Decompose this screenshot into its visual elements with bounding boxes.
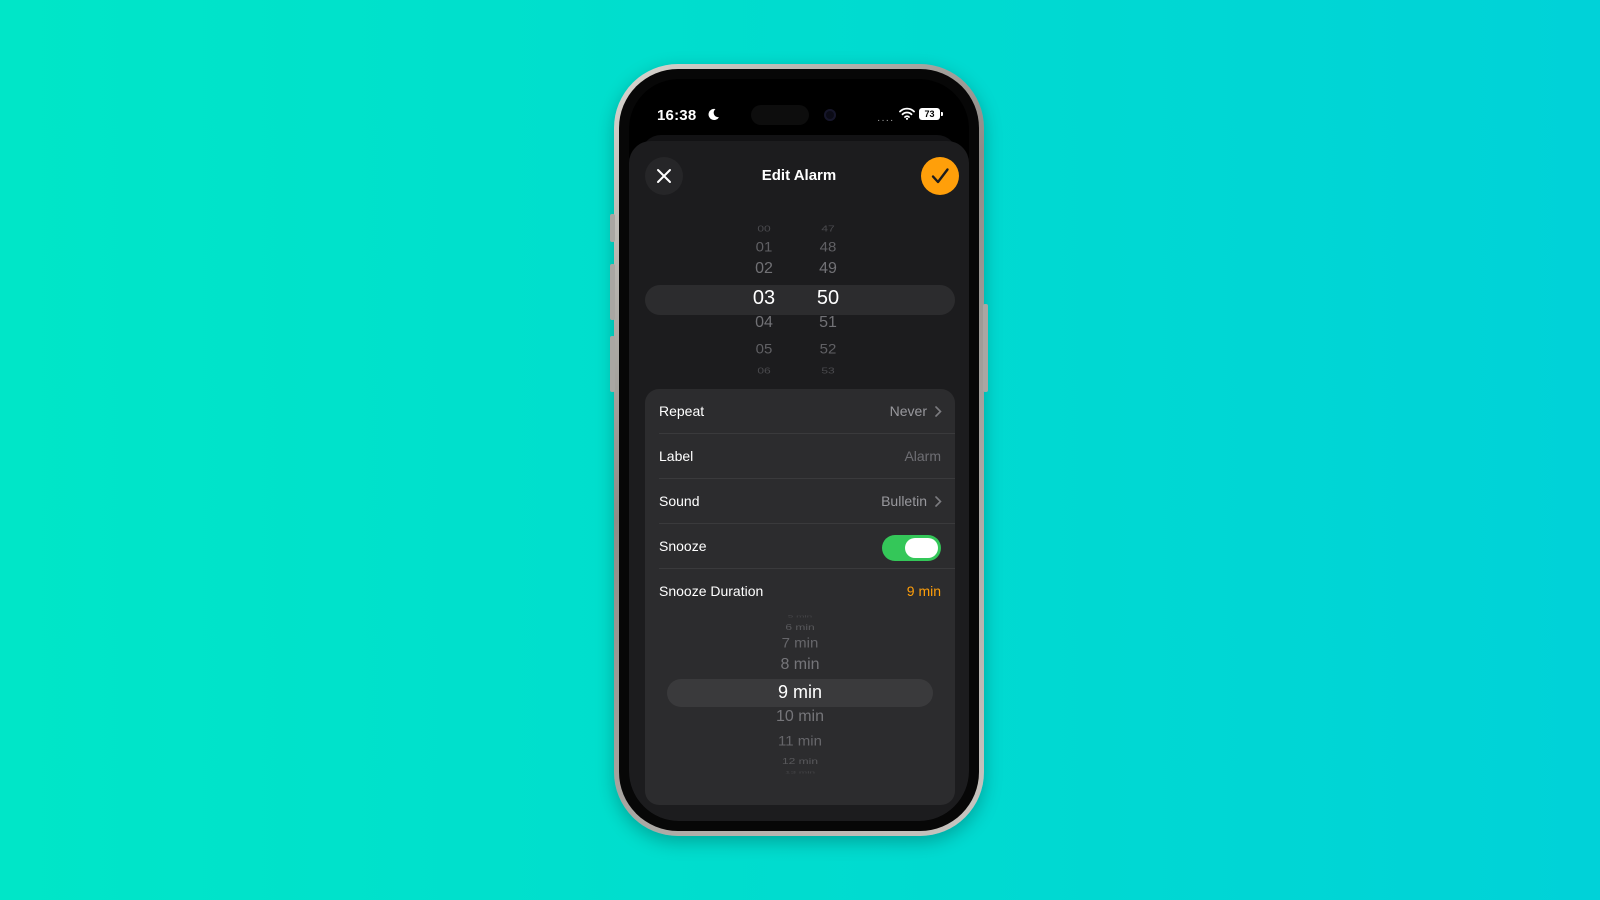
alarm-settings-group: Repeat Never Label Alarm Sound Bulletin … — [645, 389, 955, 805]
battery-level: 73 — [924, 109, 935, 119]
picker-item[interactable]: 47 — [803, 224, 853, 233]
repeat-row[interactable]: Repeat Never — [645, 389, 955, 434]
sound-label: Sound — [659, 493, 700, 509]
phone-bezel: 16:38 ···· 73 Edit Alarm 00 01 02 03 04 … — [619, 69, 979, 831]
status-bar: 16:38 ···· 73 — [629, 79, 969, 133]
phone-screen: 16:38 ···· 73 Edit Alarm 00 01 02 03 04 … — [629, 79, 969, 821]
time-picker[interactable]: 00 01 02 03 04 05 06 47 48 49 50 51 52 53 — [645, 221, 955, 381]
checkmark-icon — [931, 168, 949, 184]
picker-selected-item[interactable]: 9 min — [667, 682, 933, 703]
repeat-label: Repeat — [659, 403, 705, 419]
action-button — [610, 214, 615, 242]
repeat-value: Never — [889, 403, 927, 419]
picker-item[interactable]: 06 — [739, 366, 789, 375]
picker-item[interactable]: 53 — [803, 366, 853, 375]
label-input[interactable]: Alarm — [904, 448, 941, 464]
cellular-signal-icon: ···· — [877, 115, 895, 126]
snooze-duration-label: Snooze Duration — [659, 583, 764, 599]
minute-wheel[interactable]: 47 48 49 50 51 52 53 — [803, 221, 853, 381]
picker-item[interactable]: 52 — [803, 342, 853, 358]
volume-up-button — [610, 264, 615, 320]
picker-item[interactable]: 48 — [803, 240, 853, 256]
hour-wheel[interactable]: 00 01 02 03 04 05 06 — [739, 221, 789, 381]
phone-frame: 16:38 ···· 73 Edit Alarm 00 01 02 03 04 … — [610, 64, 988, 836]
picker-item[interactable]: 05 — [739, 342, 789, 358]
page-title: Edit Alarm — [761, 167, 837, 184]
picker-item[interactable]: 6 min — [667, 622, 933, 632]
picker-item[interactable]: 00 — [739, 224, 789, 233]
picker-selected-item[interactable]: 03 — [739, 287, 789, 310]
sound-value: Bulletin — [881, 493, 927, 509]
status-time: 16:38 — [657, 107, 697, 124]
label-label: Label — [659, 448, 694, 464]
done-button[interactable] — [921, 157, 959, 195]
front-camera — [824, 109, 836, 121]
dynamic-island — [751, 105, 809, 125]
snooze-row: Snooze — [645, 524, 955, 569]
picker-item[interactable]: 8 min — [667, 656, 933, 674]
snooze-toggle[interactable] — [882, 535, 941, 561]
picker-item[interactable]: 04 — [739, 314, 789, 332]
picker-item[interactable]: 7 min — [667, 636, 933, 652]
picker-item[interactable]: 01 — [739, 240, 789, 256]
snooze-wheel[interactable]: 5 min 6 min 7 min 8 min 9 min 10 min 11 min 12 … — [667, 614, 933, 774]
picker-selected-item[interactable]: 50 — [803, 287, 853, 310]
picker-item[interactable]: 12 min — [667, 756, 933, 766]
snooze-duration-picker[interactable]: 5 min 6 min 7 min 8 min 9 min 10 min 11 min 12 … — [667, 614, 933, 775]
snooze-duration-row[interactable]: Snooze Duration 9 min — [645, 569, 955, 614]
wifi-icon — [899, 107, 915, 120]
picker-item[interactable]: 51 — [803, 314, 853, 332]
label-row[interactable]: Label Alarm — [645, 434, 955, 479]
picker-item[interactable]: 49 — [803, 260, 853, 278]
snooze-duration-value: 9 min — [906, 583, 941, 599]
toggle-knob — [905, 538, 938, 558]
chevron-right-icon — [935, 496, 942, 507]
focus-moon-icon — [708, 108, 719, 121]
edit-alarm-sheet: Edit Alarm 00 01 02 03 04 05 06 47 48 49 50 51 52 53… — [629, 141, 969, 821]
picker-item[interactable]: 02 — [739, 260, 789, 278]
picker-item[interactable]: 5 min — [667, 614, 933, 618]
picker-item[interactable]: 11 min — [667, 734, 933, 750]
chevron-right-icon — [935, 406, 942, 417]
sound-row[interactable]: Sound Bulletin — [645, 479, 955, 524]
volume-down-button — [610, 336, 615, 392]
snooze-label: Snooze — [659, 538, 707, 554]
picker-item[interactable]: 10 min — [667, 708, 933, 726]
side-button — [983, 304, 988, 392]
battery-icon: 73 — [919, 108, 943, 120]
picker-selection-bar — [645, 285, 955, 315]
picker-item[interactable]: 13 min — [667, 770, 933, 774]
